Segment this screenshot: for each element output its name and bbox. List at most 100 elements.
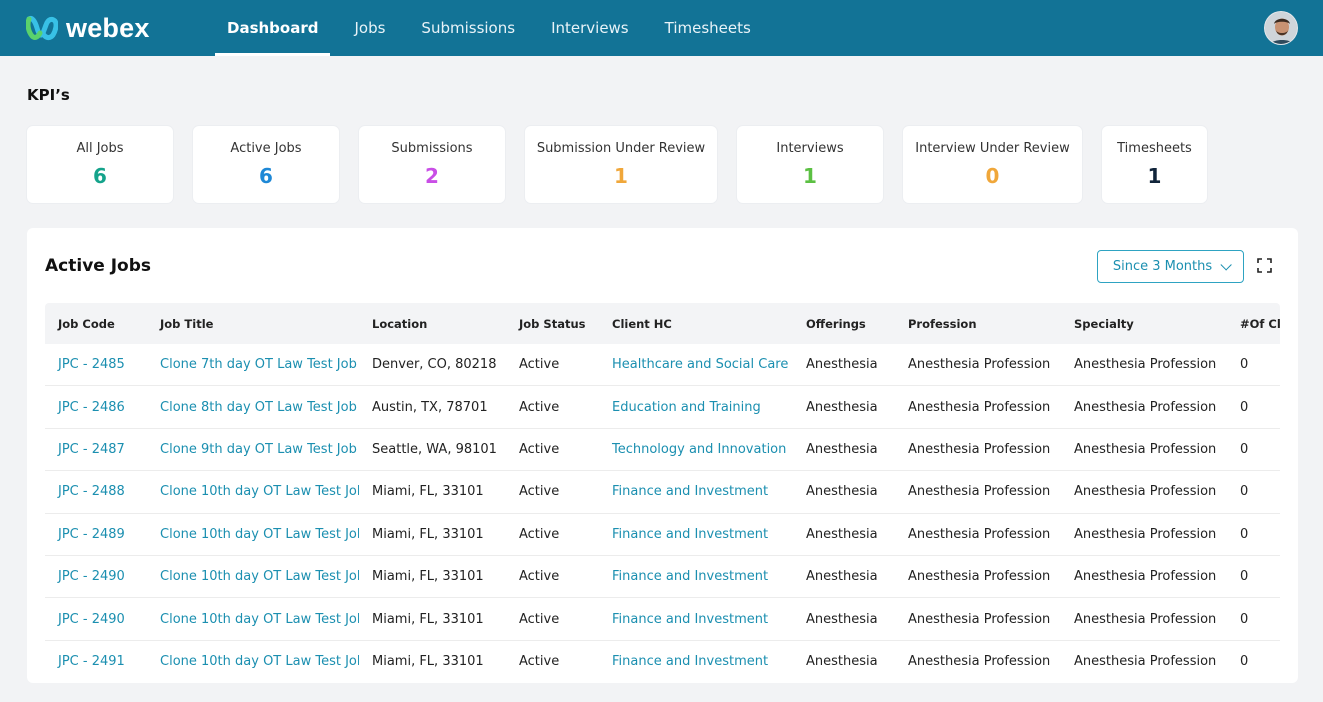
job-title-link[interactable]: Clone 8th day OT Law Test Job bbox=[147, 400, 359, 415]
nav-jobs[interactable]: Jobs bbox=[336, 0, 403, 56]
brand-logo[interactable]: webex bbox=[26, 13, 215, 44]
job-title-link[interactable]: Clone 9th day OT Law Test Job bbox=[147, 442, 359, 457]
table-row[interactable]: JPC - 2487 Clone 9th day OT Law Test Job S… bbox=[45, 429, 1280, 472]
table-header: Job Code Job Title Location Job Status C… bbox=[45, 303, 1280, 344]
location-cell: Miami, FL, 33101 bbox=[372, 654, 484, 670]
clients-count-cell: 0 bbox=[1240, 357, 1249, 373]
nav-interviews[interactable]: Interviews bbox=[533, 0, 647, 56]
client-hc-link[interactable]: Finance and Investment bbox=[599, 654, 793, 669]
clients-count-cell: 0 bbox=[1240, 654, 1249, 670]
date-range-dropdown[interactable]: Since 3 Months bbox=[1097, 250, 1244, 283]
specialty-cell: Anesthesia Profession bbox=[1074, 569, 1217, 585]
main-nav: Dashboard Jobs Submissions Interviews Ti… bbox=[215, 0, 769, 56]
offerings-cell: Anesthesia bbox=[806, 357, 878, 373]
column-header[interactable]: Job Code bbox=[45, 317, 147, 331]
profession-cell: Anesthesia Profession bbox=[908, 357, 1051, 373]
kpi-value: 0 bbox=[985, 164, 1000, 188]
column-header[interactable]: #Of Clie bbox=[1227, 317, 1280, 331]
kpi-cards: All Jobs 6 Active Jobs 6 Submissions 2 S… bbox=[27, 126, 1227, 203]
profession-cell: Anesthesia Profession bbox=[908, 654, 1051, 670]
table-row[interactable]: JPC - 2486 Clone 8th day OT Law Test Job A… bbox=[45, 386, 1280, 429]
specialty-cell: Anesthesia Profession bbox=[1074, 484, 1217, 500]
job-status-cell: Active bbox=[519, 569, 560, 585]
kpi-all-jobs[interactable]: All Jobs 6 bbox=[27, 126, 173, 203]
kpi-submission-under-review[interactable]: Submission Under Review 1 bbox=[525, 126, 717, 203]
profession-cell: Anesthesia Profession bbox=[908, 526, 1051, 542]
nav-timesheets[interactable]: Timesheets bbox=[647, 0, 769, 56]
clients-count-cell: 0 bbox=[1240, 526, 1249, 542]
job-code-link[interactable]: JPC - 2491 bbox=[45, 654, 147, 669]
table-row[interactable]: JPC - 2490 Clone 10th day OT Law Test Job… bbox=[45, 598, 1280, 641]
clients-count-cell: 0 bbox=[1240, 441, 1249, 457]
active-jobs-title: Active Jobs bbox=[45, 256, 152, 276]
nav-dashboard[interactable]: Dashboard bbox=[215, 0, 331, 56]
client-hc-link[interactable]: Healthcare and Social Care bbox=[599, 357, 793, 372]
profession-cell: Anesthesia Profession bbox=[908, 569, 1051, 585]
location-cell: Denver, CO, 80218 bbox=[372, 357, 497, 373]
column-header[interactable]: Specialty bbox=[1061, 317, 1227, 331]
job-status-cell: Active bbox=[519, 484, 560, 500]
clients-count-cell: 0 bbox=[1240, 569, 1249, 585]
column-header[interactable]: Job Status bbox=[506, 317, 599, 331]
kpi-label: Submissions bbox=[391, 141, 473, 156]
fullscreen-icon[interactable] bbox=[1257, 258, 1272, 273]
job-title-link[interactable]: Clone 10th day OT Law Test Job bbox=[147, 612, 359, 627]
specialty-cell: Anesthesia Profession bbox=[1074, 654, 1217, 670]
active-jobs-panel: Active Jobs Since 3 Months Job Code Job … bbox=[27, 228, 1298, 683]
client-hc-link[interactable]: Finance and Investment bbox=[599, 612, 793, 627]
kpi-interview-under-review[interactable]: Interview Under Review 0 bbox=[903, 126, 1082, 203]
client-hc-link[interactable]: Technology and Innovation bbox=[599, 442, 793, 457]
specialty-cell: Anesthesia Profession bbox=[1074, 441, 1217, 457]
job-title-link[interactable]: Clone 7th day OT Law Test Job bbox=[147, 357, 359, 372]
kpi-label: Submission Under Review bbox=[536, 141, 706, 156]
table-row[interactable]: JPC - 2491 Clone 10th day OT Law Test Job… bbox=[45, 641, 1280, 683]
client-hc-link[interactable]: Finance and Investment bbox=[599, 527, 793, 542]
job-title-link[interactable]: Clone 10th day OT Law Test Job bbox=[147, 654, 359, 669]
job-title-link[interactable]: Clone 10th day OT Law Test Job bbox=[147, 527, 359, 542]
client-hc-link[interactable]: Finance and Investment bbox=[599, 484, 793, 499]
offerings-cell: Anesthesia bbox=[806, 654, 878, 670]
kpi-submissions[interactable]: Submissions 2 bbox=[359, 126, 505, 203]
location-cell: Miami, FL, 33101 bbox=[372, 484, 484, 500]
job-title-link[interactable]: Clone 10th day OT Law Test Job bbox=[147, 484, 359, 499]
kpi-label: Interview Under Review bbox=[915, 141, 1070, 156]
column-header[interactable]: Location bbox=[359, 317, 506, 331]
offerings-cell: Anesthesia bbox=[806, 569, 878, 585]
column-header[interactable]: Profession bbox=[895, 317, 1061, 331]
webex-logo-icon bbox=[26, 16, 58, 41]
column-header[interactable]: Client HC bbox=[599, 317, 793, 331]
table-row[interactable]: JPC - 2485 Clone 7th day OT Law Test Job D… bbox=[45, 344, 1280, 387]
user-avatar[interactable] bbox=[1264, 11, 1298, 45]
job-code-link[interactable]: JPC - 2485 bbox=[45, 357, 147, 372]
kpi-value: 1 bbox=[1147, 164, 1162, 188]
kpi-label: Interviews bbox=[776, 141, 844, 156]
kpi-timesheets[interactable]: Timesheets 1 bbox=[1102, 126, 1207, 203]
specialty-cell: Anesthesia Profession bbox=[1074, 611, 1217, 627]
job-code-link[interactable]: JPC - 2486 bbox=[45, 400, 147, 415]
job-code-link[interactable]: JPC - 2487 bbox=[45, 442, 147, 457]
job-status-cell: Active bbox=[519, 611, 560, 627]
table-row[interactable]: JPC - 2490 Clone 10th day OT Law Test Job… bbox=[45, 556, 1280, 599]
kpi-label: Timesheets bbox=[1117, 141, 1192, 156]
job-code-link[interactable]: JPC - 2489 bbox=[45, 527, 147, 542]
table-row[interactable]: JPC - 2488 Clone 10th day OT Law Test Job… bbox=[45, 471, 1280, 514]
job-code-link[interactable]: JPC - 2490 bbox=[45, 569, 147, 584]
kpi-active-jobs[interactable]: Active Jobs 6 bbox=[193, 126, 339, 203]
job-status-cell: Active bbox=[519, 399, 560, 415]
clients-count-cell: 0 bbox=[1240, 484, 1249, 500]
offerings-cell: Anesthesia bbox=[806, 441, 878, 457]
chevron-down-icon bbox=[1220, 258, 1232, 271]
job-code-link[interactable]: JPC - 2488 bbox=[45, 484, 147, 499]
client-hc-link[interactable]: Education and Training bbox=[599, 400, 793, 415]
offerings-cell: Anesthesia bbox=[806, 526, 878, 542]
kpi-section-title: KPI’s bbox=[27, 86, 70, 104]
kpi-interviews[interactable]: Interviews 1 bbox=[737, 126, 883, 203]
location-cell: Miami, FL, 33101 bbox=[372, 569, 484, 585]
table-row[interactable]: JPC - 2489 Clone 10th day OT Law Test Job… bbox=[45, 514, 1280, 556]
column-header[interactable]: Job Title bbox=[147, 317, 359, 331]
nav-submissions[interactable]: Submissions bbox=[403, 0, 533, 56]
job-title-link[interactable]: Clone 10th day OT Law Test Job bbox=[147, 569, 359, 584]
column-header[interactable]: Offerings bbox=[793, 317, 895, 331]
client-hc-link[interactable]: Finance and Investment bbox=[599, 569, 793, 584]
job-code-link[interactable]: JPC - 2490 bbox=[45, 612, 147, 627]
